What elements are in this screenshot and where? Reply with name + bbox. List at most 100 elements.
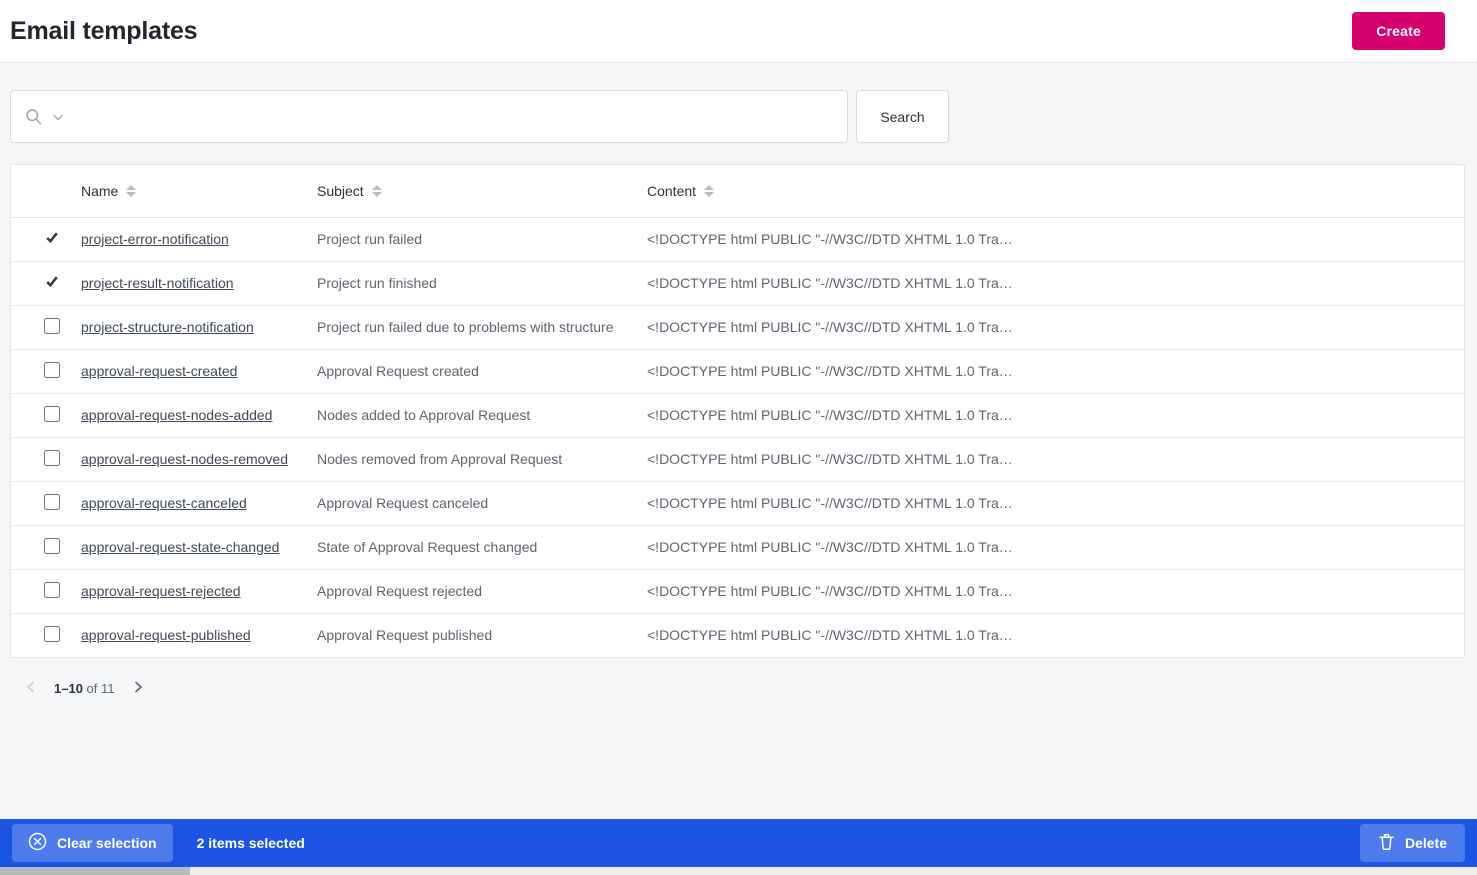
table-body: project-error-notification Project run f… (11, 217, 1464, 657)
search-field[interactable] (10, 90, 848, 143)
row-subject-cell: Project run finished (317, 261, 647, 306)
table-row[interactable]: approval-request-rejected Approval Reque… (11, 569, 1464, 614)
row-select-cell (11, 305, 81, 350)
pagination-label: 1–10 of 11 (54, 681, 115, 696)
template-name-link[interactable]: approval-request-rejected (81, 583, 241, 599)
circle-x-icon (28, 832, 47, 854)
row-select-cell (11, 481, 81, 526)
column-header-select (11, 165, 81, 218)
template-name-link[interactable]: approval-request-published (81, 627, 251, 643)
row-subject-cell: Project run failed due to problems with … (317, 305, 647, 350)
table-row[interactable]: approval-request-canceled Approval Reque… (11, 481, 1464, 526)
row-checkbox[interactable] (44, 229, 60, 246)
row-subject-cell: Project run failed (317, 217, 647, 262)
chevron-left-icon (24, 680, 38, 697)
row-name-cell: approval-request-rejected (81, 569, 317, 614)
template-name-link[interactable]: approval-request-nodes-removed (81, 451, 288, 467)
previous-page-button[interactable] (16, 673, 46, 703)
clear-selection-label: Clear selection (57, 835, 157, 851)
row-select-cell (11, 393, 81, 438)
column-header-name[interactable]: Name (81, 165, 317, 218)
row-content-cell: <!DOCTYPE html PUBLIC "-//W3C//DTD XHTML… (647, 305, 1464, 350)
horizontal-scrollbar[interactable] (0, 867, 1477, 875)
template-name-link[interactable]: approval-request-nodes-added (81, 407, 272, 423)
row-name-cell: approval-request-created (81, 349, 317, 394)
row-select-cell (11, 525, 81, 570)
template-name-link[interactable]: project-structure-notification (81, 319, 254, 335)
row-select-cell (11, 437, 81, 482)
templates-table: Name Subject Content project-error-notif… (10, 164, 1465, 658)
row-checkbox[interactable] (44, 361, 60, 378)
table-row[interactable]: approval-request-created Approval Reques… (11, 349, 1464, 394)
row-subject-cell: Approval Request published (317, 627, 493, 644)
sort-icon[interactable] (126, 184, 137, 197)
table-row[interactable]: project-error-notification Project run f… (11, 217, 1464, 262)
row-checkbox[interactable] (44, 581, 60, 598)
template-name-link[interactable]: approval-request-created (81, 363, 237, 379)
row-select-cell (11, 569, 81, 614)
row-subject-cell: Approval Request canceled (317, 481, 647, 526)
table-row[interactable]: approval-request-nodes-removed Nodes rem… (11, 437, 1464, 482)
next-page-button[interactable] (123, 673, 153, 703)
row-name-cell: approval-request-state-changed (81, 525, 317, 570)
chevron-down-icon[interactable] (51, 110, 65, 124)
delete-button[interactable]: Delete (1359, 824, 1465, 862)
row-subject-cell: Nodes added to Approval Request (317, 393, 647, 438)
column-header-subject[interactable]: Subject (317, 165, 647, 218)
column-header-content-label: Content (647, 182, 697, 199)
row-select-cell (11, 613, 81, 657)
row-name-cell: project-structure-notification (81, 305, 317, 350)
row-checkbox[interactable] (44, 317, 60, 334)
pagination-range: 1–10 (54, 680, 83, 696)
selection-action-bar: Clear selection 2 items selected Delete (0, 819, 1477, 867)
create-button[interactable]: Create (1352, 12, 1445, 50)
column-header-subject-label: Subject (317, 182, 364, 199)
row-checkbox[interactable] (44, 537, 60, 554)
row-content-cell: <!DOCTYPE html PUBLIC "-//W3C//DTD XHTML… (647, 627, 1013, 644)
row-content-cell: <!DOCTYPE html PUBLIC "-//W3C//DTD XHTML… (647, 437, 1464, 482)
row-select-cell (11, 261, 81, 306)
row-subject-cell: Nodes removed from Approval Request (317, 437, 647, 482)
row-checkbox[interactable] (44, 273, 60, 290)
sort-icon[interactable] (704, 184, 715, 197)
clear-selection-button[interactable]: Clear selection (12, 824, 173, 862)
template-name-link[interactable]: approval-request-canceled (81, 495, 247, 511)
template-name-link[interactable]: project-error-notification (81, 231, 229, 247)
row-checkbox[interactable] (44, 493, 60, 510)
row-content-cell: <!DOCTYPE html PUBLIC "-//W3C//DTD XHTML… (647, 569, 1464, 614)
row-select-cell (11, 217, 81, 262)
row-checkbox[interactable] (44, 449, 60, 466)
pagination: 1–10 of 11 (0, 658, 1477, 704)
row-content-cell: <!DOCTYPE html PUBLIC "-//W3C//DTD XHTML… (647, 525, 1464, 570)
row-content-cell: <!DOCTYPE html PUBLIC "-//W3C//DTD XHTML… (647, 261, 1464, 306)
trash-icon (1378, 833, 1395, 854)
page-root: Email templates Create Search Name Subje… (0, 0, 1477, 875)
selection-count-label: 2 items selected (196, 835, 305, 851)
table-row[interactable]: approval-request-published Approval Requ… (11, 613, 1464, 657)
page-header: Email templates Create (0, 0, 1477, 63)
table-row[interactable]: approval-request-state-changed State of … (11, 525, 1464, 570)
sort-icon[interactable] (371, 184, 382, 197)
chevron-right-icon (131, 680, 145, 697)
scrollbar-thumb[interactable] (0, 867, 190, 875)
row-name-cell: approval-request-published (81, 613, 317, 657)
row-name-cell: approval-request-nodes-added (81, 393, 317, 438)
table-row[interactable]: approval-request-nodes-added Nodes added… (11, 393, 1464, 438)
template-name-link[interactable]: project-result-notification (81, 275, 234, 291)
row-checkbox[interactable] (44, 405, 60, 422)
template-name-link[interactable]: approval-request-state-changed (81, 539, 279, 555)
search-input[interactable] (74, 107, 833, 126)
row-name-cell: project-result-notification (81, 261, 317, 306)
row-content-cell: <!DOCTYPE html PUBLIC "-//W3C//DTD XHTML… (647, 217, 1464, 262)
column-header-content[interactable]: Content (647, 165, 1464, 218)
search-button[interactable]: Search (856, 90, 949, 143)
search-icon (25, 108, 42, 125)
search-row: Search (0, 63, 1477, 143)
row-name-cell: project-error-notification (81, 217, 317, 262)
row-subject-cell: State of Approval Request changed (317, 525, 647, 570)
table-row[interactable]: project-structure-notification Project r… (11, 305, 1464, 350)
column-header-name-label: Name (81, 182, 119, 199)
table-row[interactable]: project-result-notification Project run … (11, 261, 1464, 306)
row-checkbox[interactable] (44, 625, 60, 642)
row-subject-cell: Approval Request created (317, 349, 647, 394)
